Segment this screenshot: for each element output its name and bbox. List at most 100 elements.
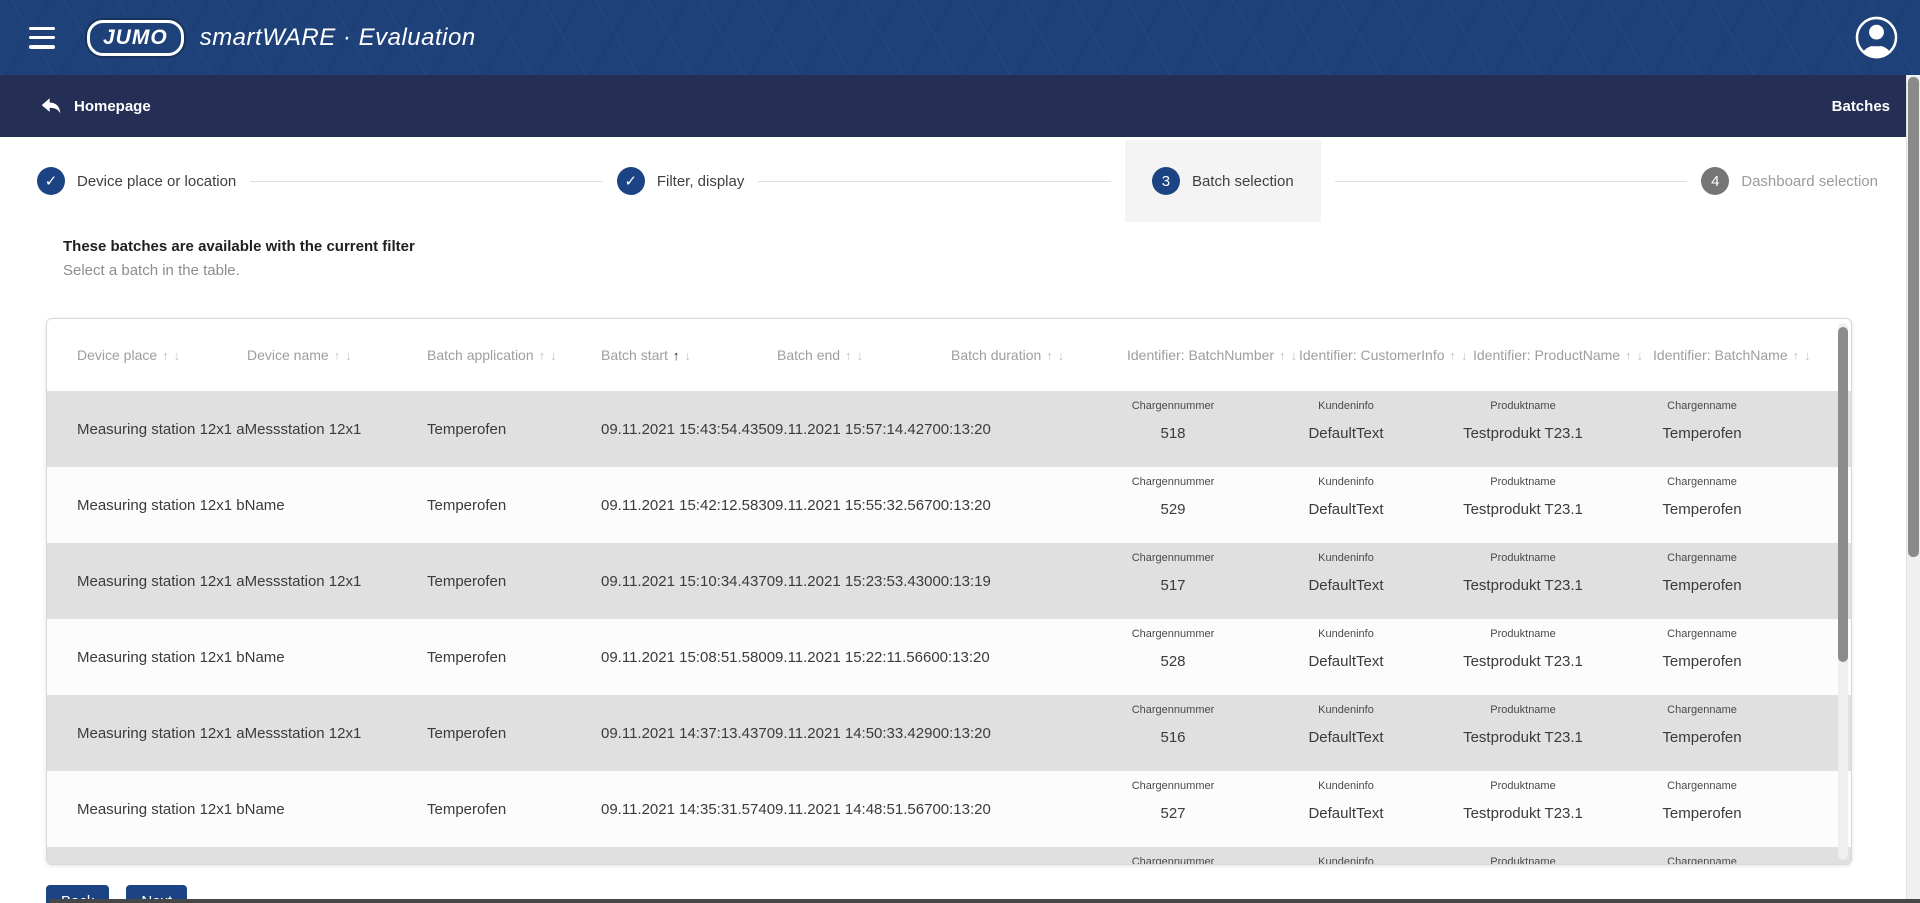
- cell-batch-end: 09.11.2021 15:55:32.567: [767, 497, 933, 514]
- sort-desc-icon[interactable]: ↓: [1461, 348, 1468, 363]
- column-header-device-name[interactable]: Device name ↑ ↓: [247, 347, 427, 363]
- table-scrollbar-track[interactable]: [1838, 323, 1848, 860]
- identifier-label: Produktname: [1490, 856, 1555, 865]
- table-row[interactable]: Measuring station 12x1 bName Temperofen …: [47, 467, 1851, 543]
- column-header-identifier-customerinfo[interactable]: Identifier: CustomerInfo ↑ ↓: [1299, 347, 1473, 363]
- cell-identifier-batchname: Chargenname: [1613, 847, 1791, 865]
- cell-batch-duration: 00:13:19: [932, 573, 990, 590]
- identifier-value: Testprodukt T23.1: [1463, 805, 1583, 822]
- table-row[interactable]: Measuring station 12x1 bName Temperofen …: [47, 771, 1851, 847]
- stepper-connector: [1335, 181, 1688, 182]
- column-header-identifier-batchname[interactable]: Identifier: BatchName ↑ ↓: [1653, 347, 1831, 363]
- sort-asc-icon[interactable]: ↑: [334, 348, 341, 363]
- step-device-place-or-location[interactable]: ✓ Device place or location: [37, 167, 236, 195]
- sort-desc-icon[interactable]: ↓: [684, 348, 691, 363]
- sort-desc-icon[interactable]: ↓: [1058, 348, 1065, 363]
- cell-identifier-productname: Produktname Testprodukt T23.1: [1433, 619, 1613, 695]
- sort-asc-icon[interactable]: ↑: [1450, 348, 1457, 363]
- table-row[interactable]: Measuring station 12x1 bName Temperofen …: [47, 619, 1851, 695]
- cell-device-place: Measuring station 12x1 b: [77, 801, 245, 818]
- back-to-homepage-button[interactable]: Homepage: [40, 96, 151, 116]
- cell-device-name: Name: [245, 649, 285, 666]
- sort-asc-icon[interactable]: ↑: [539, 348, 546, 363]
- sort-asc-icon[interactable]: ↑: [1625, 348, 1632, 363]
- cell-device-name: Name: [245, 497, 285, 514]
- cell-batch-duration: 00:13:20: [932, 725, 990, 742]
- cell-identifier-batchnumber: Chargennummer 527: [1087, 771, 1259, 847]
- sort-asc-icon[interactable]: ↑: [845, 348, 852, 363]
- homepage-label: Homepage: [74, 98, 151, 115]
- identifier-value: Testprodukt T23.1: [1463, 425, 1583, 442]
- identifier-label: Chargenname: [1667, 476, 1737, 488]
- identifier-label: Produktname: [1490, 476, 1555, 488]
- cell-device-place: Measuring station 12x1 b: [77, 649, 245, 666]
- cell-batch-start: 09.11.2021 15:10:34.437: [601, 573, 767, 590]
- identifier-value: 527: [1160, 805, 1185, 822]
- table-body: Measuring station 12x1 aMessstation 12x1…: [47, 391, 1851, 865]
- horizontal-scrollbar[interactable]: [50, 899, 1920, 903]
- sort-desc-icon[interactable]: ↓: [857, 348, 864, 363]
- sort-desc-icon[interactable]: ↓: [174, 348, 181, 363]
- page-scrollbar-track[interactable]: [1906, 75, 1920, 899]
- identifier-label: Kundeninfo: [1318, 476, 1374, 488]
- table-row-partial[interactable]: Chargennummer Kundeninfo Produktname Cha…: [47, 847, 1851, 865]
- identifier-value: 528: [1160, 653, 1185, 670]
- column-header-device-place[interactable]: Device place ↑ ↓: [77, 347, 247, 363]
- identifier-label: Chargenname: [1667, 780, 1737, 792]
- cell-device-name: Messstation 12x1: [245, 725, 362, 742]
- table-row[interactable]: Measuring station 12x1 aMessstation 12x1…: [47, 695, 1851, 771]
- identifier-value: Temperofen: [1662, 577, 1741, 594]
- cell-identifier-productname: Produktname Testprodukt T23.1: [1433, 467, 1613, 543]
- column-header-batch-end[interactable]: Batch end ↑ ↓: [777, 347, 951, 363]
- sort-desc-icon[interactable]: ↓: [550, 348, 557, 363]
- cell-identifier-batchnumber: Chargennummer 517: [1087, 543, 1259, 619]
- sort-asc-icon[interactable]: ↑: [1046, 348, 1053, 363]
- identifier-label: Produktname: [1490, 552, 1555, 564]
- table-row[interactable]: Measuring station 12x1 aMessstation 12x1…: [47, 543, 1851, 619]
- page-scrollbar-thumb[interactable]: [1908, 77, 1919, 557]
- cell-identifier-customerinfo: Kundeninfo DefaultText: [1259, 619, 1433, 695]
- cell-identifier-customerinfo: Kundeninfo DefaultText: [1259, 771, 1433, 847]
- hamburger-menu-icon[interactable]: [29, 27, 59, 49]
- user-avatar-icon[interactable]: [1855, 16, 1898, 59]
- sort-asc-icon[interactable]: ↑: [1279, 348, 1286, 363]
- column-header-batch-duration[interactable]: Batch duration ↑ ↓: [951, 347, 1127, 363]
- identifier-value: Testprodukt T23.1: [1463, 729, 1583, 746]
- identifier-label: Produktname: [1490, 780, 1555, 792]
- sort-desc-icon[interactable]: ↓: [345, 348, 352, 363]
- identifier-value: Temperofen: [1662, 425, 1741, 442]
- sort-asc-icon-active[interactable]: ↑: [673, 348, 680, 363]
- step-dashboard-selection: 4 Dashboard selection: [1701, 167, 1878, 195]
- step-number-badge: 4: [1701, 167, 1729, 195]
- stepper-connector: [758, 181, 1111, 182]
- cell-batch-duration: 00:13:20: [932, 497, 990, 514]
- identifier-label: Produktname: [1490, 628, 1555, 640]
- sort-asc-icon[interactable]: ↑: [162, 348, 169, 363]
- cell-identifier-customerinfo: Kundeninfo DefaultText: [1259, 467, 1433, 543]
- step-label: Dashboard selection: [1741, 173, 1878, 190]
- column-header-identifier-batchnumber[interactable]: Identifier: BatchNumber ↑ ↓: [1127, 347, 1299, 363]
- cell-batch-duration: 00:13:20: [931, 649, 989, 666]
- column-header-batch-application[interactable]: Batch application ↑ ↓: [427, 347, 601, 363]
- sort-desc-icon[interactable]: ↓: [1291, 348, 1298, 363]
- step-filter-display[interactable]: ✓ Filter, display: [617, 167, 745, 195]
- step-number-badge: 3: [1152, 167, 1180, 195]
- cell-batch-application: Temperofen: [427, 497, 601, 514]
- sort-desc-icon[interactable]: ↓: [1804, 348, 1811, 363]
- cell-device-place: Measuring station 12x1 b: [77, 497, 245, 514]
- cell-identifier-productname: Produktname Testprodukt T23.1: [1433, 771, 1613, 847]
- column-header-batch-start[interactable]: Batch start ↑ ↓: [601, 347, 777, 363]
- sort-desc-icon[interactable]: ↓: [1637, 348, 1644, 363]
- identifier-label: Kundeninfo: [1318, 856, 1374, 865]
- cell-identifier-batchname: Chargenname Temperofen: [1613, 391, 1791, 467]
- section-subheading: Select a batch in the table.: [63, 262, 240, 279]
- table-scrollbar-thumb[interactable]: [1838, 327, 1848, 662]
- step-batch-selection[interactable]: 3 Batch selection: [1152, 167, 1294, 195]
- column-header-identifier-productname[interactable]: Identifier: ProductName ↑ ↓: [1473, 347, 1653, 363]
- sort-asc-icon[interactable]: ↑: [1793, 348, 1800, 363]
- table-row[interactable]: Measuring station 12x1 aMessstation 12x1…: [47, 391, 1851, 467]
- identifier-label: Produktname: [1490, 400, 1555, 412]
- cell-batch-end: 09.11.2021 14:50:33.429: [767, 725, 933, 742]
- identifier-value: DefaultText: [1308, 805, 1383, 822]
- wizard-stepper: ✓ Device place or location ✓ Filter, dis…: [0, 137, 1906, 225]
